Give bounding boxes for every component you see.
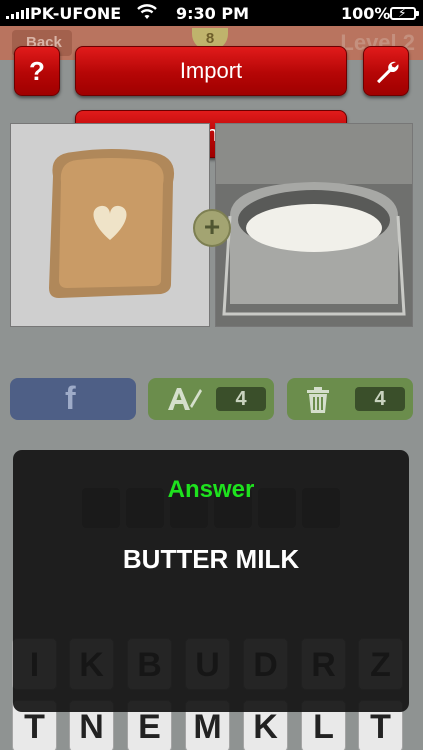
- import-button[interactable]: Import: [75, 46, 347, 96]
- plus-icon: +: [193, 209, 231, 247]
- milk-can-image: [216, 124, 412, 326]
- wifi-icon: [137, 4, 157, 19]
- answer-text: BUTTER MILK: [122, 544, 300, 574]
- status-bar: PK-UFONE 9:30 PM 100% ⚡: [0, 0, 423, 26]
- puzzle-image-toast[interactable]: [10, 123, 210, 327]
- answer-overlay[interactable]: Answer BUTTER MILK: [13, 450, 409, 712]
- reveal-letter-icon: [168, 388, 202, 410]
- clock: 9:30 PM: [176, 4, 250, 23]
- settings-button[interactable]: [363, 46, 409, 96]
- remove-letters-button[interactable]: 4: [287, 378, 413, 420]
- toast-image: [11, 124, 209, 326]
- reveal-letter-button[interactable]: 4: [148, 378, 274, 420]
- remove-count: 4: [355, 387, 405, 411]
- carrier-name: PK-UFONE: [30, 4, 122, 23]
- facebook-share-button[interactable]: f: [10, 378, 136, 420]
- battery-percent: 100%: [341, 4, 391, 23]
- puzzle-image-milk[interactable]: [215, 123, 413, 327]
- wrench-icon: [377, 61, 399, 84]
- trash-icon: [307, 387, 329, 413]
- reveal-count: 4: [216, 387, 266, 411]
- battery-icon: ⚡: [390, 6, 419, 20]
- help-button[interactable]: ?: [14, 46, 60, 96]
- facebook-icon: f: [65, 380, 76, 416]
- answer-title: Answer: [167, 476, 255, 503]
- signal-icon: [6, 8, 29, 19]
